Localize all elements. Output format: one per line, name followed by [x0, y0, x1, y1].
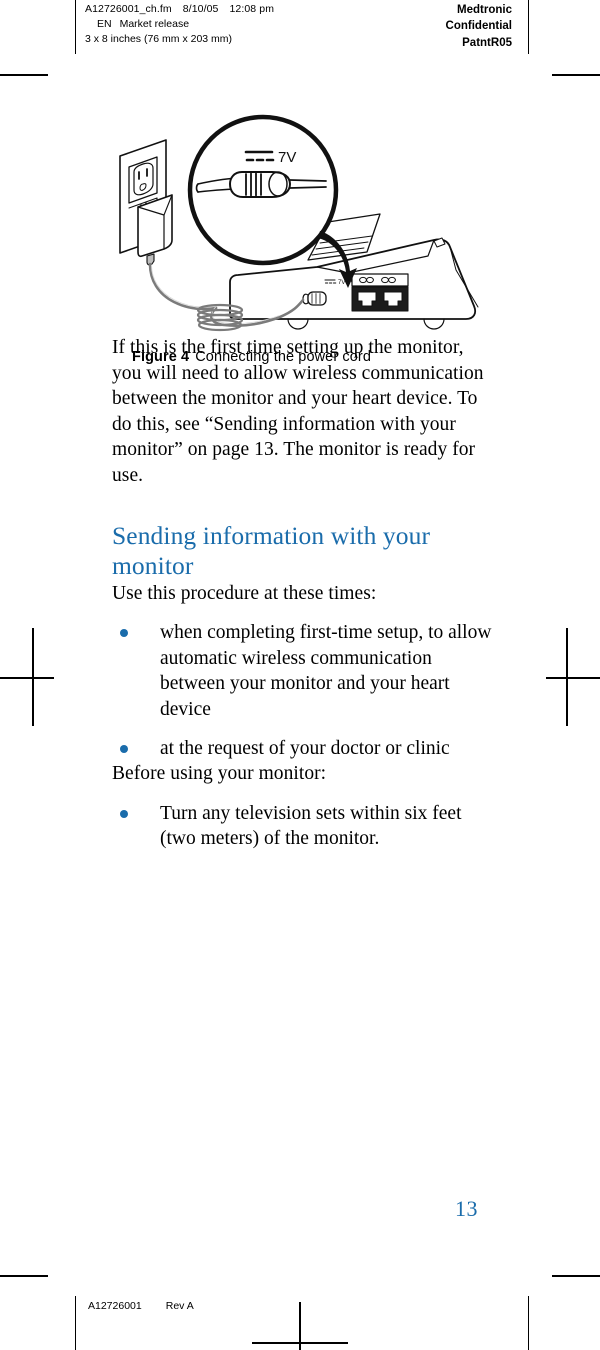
bullet-list-times: when completing first-time setup, to all…	[112, 620, 496, 761]
header-file-name: A12726001_ch.fm	[85, 3, 172, 15]
power-cord-illustration: 7V 7V	[119, 114, 479, 332]
crop-mark-bottom-left	[0, 1275, 48, 1277]
list-item: at the request of your doctor or clinic	[112, 736, 496, 762]
magnifier-callout: 7V	[187, 114, 339, 266]
lead-in-before-using: Before using your monitor:	[112, 763, 327, 785]
page-number: 13	[455, 1196, 478, 1221]
power-jack-connector	[302, 291, 327, 306]
page-content: 7V 7V Figure 4 Connecting the power cord…	[112, 110, 496, 852]
registration-mark-right	[546, 628, 600, 726]
header-release-stage: Market release	[119, 17, 190, 30]
list-item-text: when completing first-time setup, to all…	[160, 622, 492, 720]
header-confidentiality-block: Medtronic Confidential PatntR05	[446, 2, 512, 51]
header-classification: Confidential	[445, 20, 512, 33]
header-trim-size: 3 x 8 inches (76 mm x 203 mm)	[85, 32, 233, 45]
list-item-text: at the request of your doctor or clinic	[160, 737, 450, 759]
monitor-voltage-label-small: 7V	[338, 280, 345, 286]
crop-mark-top-left	[0, 74, 48, 76]
header-proof-info: A12726001_ch.fm 8/10/05 12:08 pm EN Market …	[85, 2, 274, 47]
bullet-dot-icon	[120, 809, 128, 818]
section-heading-sending-information: Sending information with your monitor	[112, 520, 431, 580]
header-language: EN	[97, 17, 112, 30]
crop-mark-bottom-right	[552, 1275, 600, 1277]
header-date: 8/10/05	[182, 3, 219, 15]
registration-mark-left	[0, 628, 54, 726]
page-footer: A12726001 Rev A	[88, 1300, 194, 1312]
crop-mark-top-right	[552, 74, 600, 76]
bullet-dot-icon	[120, 744, 128, 753]
header-document-code: PatntR05	[462, 36, 512, 49]
footer-document-number: A12726001	[88, 1300, 142, 1312]
figure-connecting-power-cord: 7V 7V Figure 4 Connecting the power cord	[112, 110, 496, 365]
figure-label: Figure 4	[132, 349, 190, 365]
power-adapter	[137, 194, 173, 266]
trim-rule-left-top	[75, 0, 76, 54]
magnifier-voltage-label: 7V	[278, 149, 296, 166]
list-item-text: Turn any television sets within six feet…	[160, 802, 462, 850]
bullet-list-before-using: Turn any television sets within six feet…	[112, 801, 496, 852]
trim-rule-right-bottom	[528, 1296, 529, 1350]
list-item: when completing first-time setup, to all…	[112, 620, 496, 722]
header-time: 12:08 pm	[229, 3, 275, 15]
list-item: Turn any television sets within six feet…	[112, 801, 496, 852]
footer-revision: Rev A	[165, 1300, 194, 1312]
document-page: A12726001_ch.fm 8/10/05 12:08 pm EN Market …	[0, 0, 600, 1350]
trim-rule-right-top	[528, 0, 529, 54]
registration-mark-bottom-center	[252, 1302, 348, 1350]
figure-caption: Figure 4 Connecting the power cord	[132, 349, 496, 365]
trim-rule-left-bottom	[75, 1296, 76, 1350]
figure-caption-text: Connecting the power cord	[195, 349, 372, 365]
lead-in-times: Use this procedure at these times:	[112, 582, 377, 604]
bullet-dot-icon	[120, 629, 128, 638]
header-brand: Medtronic	[457, 4, 512, 16]
monitor-phone-jacks	[351, 273, 409, 312]
